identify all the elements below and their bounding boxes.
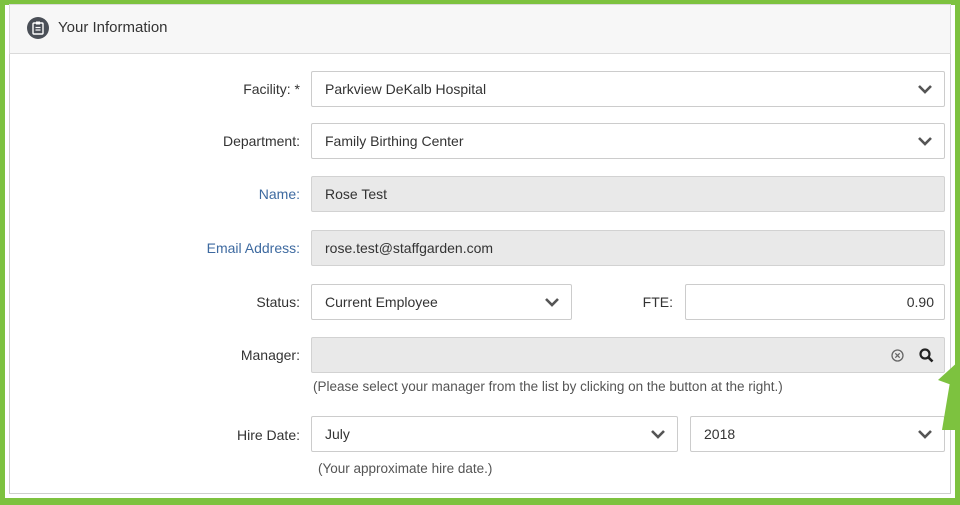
fte-input[interactable]: 0.90 <box>685 284 945 320</box>
hire-month-value: July <box>325 426 350 442</box>
department-label: Department: <box>222 133 300 149</box>
facility-label: Facility: * <box>243 81 300 97</box>
fte-value: 0.90 <box>906 294 934 310</box>
manager-field[interactable] <box>311 337 945 373</box>
clipboard-icon <box>27 17 49 39</box>
chevron-down-icon <box>918 85 932 94</box>
chevron-down-icon <box>651 430 665 439</box>
status-value: Current Employee <box>325 294 438 310</box>
chevron-down-icon <box>918 137 932 146</box>
hire-month-select[interactable]: July <box>311 416 678 452</box>
clear-icon[interactable] <box>891 349 904 362</box>
name-label: Name: <box>258 186 300 202</box>
manager-label: Manager: <box>240 347 300 363</box>
hire-date-help-text: (Your approximate hire date.) <box>318 461 493 476</box>
status-select[interactable]: Current Employee <box>311 284 572 320</box>
fte-label: FTE: <box>642 294 673 310</box>
hire-year-value: 2018 <box>704 426 736 442</box>
panel-title: Your Information <box>58 19 168 36</box>
manager-help-text: (Please select your manager from the lis… <box>313 379 783 394</box>
name-field: Rose Test <box>311 176 945 212</box>
annotation-arrow <box>938 360 960 430</box>
department-value: Family Birthing Center <box>325 133 464 149</box>
hire-year-select[interactable]: 2018 <box>690 416 945 452</box>
department-select[interactable]: Family Birthing Center <box>311 123 945 159</box>
facility-value: Parkview DeKalb Hospital <box>325 81 487 97</box>
name-value: Rose Test <box>325 186 387 202</box>
chevron-down-icon <box>545 298 559 307</box>
status-label: Status: <box>256 294 300 310</box>
email-field: rose.test@staffgarden.com <box>311 230 945 266</box>
email-label: Email Address: <box>206 240 300 256</box>
hire-date-label: Hire Date: <box>236 427 300 443</box>
facility-select[interactable]: Parkview DeKalb Hospital <box>311 71 945 107</box>
email-value: rose.test@staffgarden.com <box>325 240 494 256</box>
